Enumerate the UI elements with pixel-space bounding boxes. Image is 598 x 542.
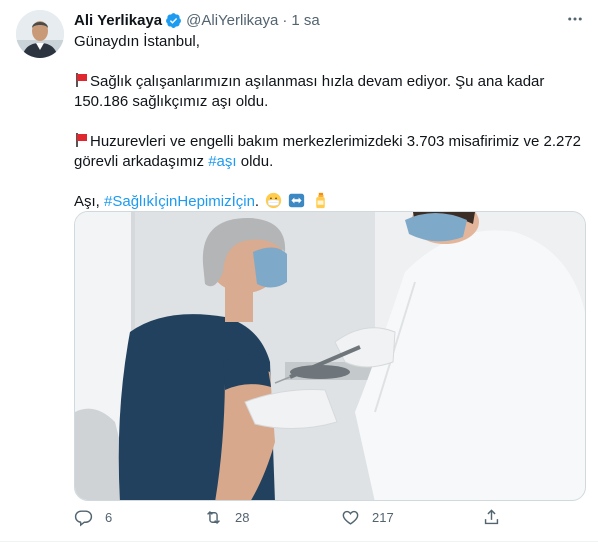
like-button[interactable]: 217 <box>341 508 394 527</box>
author-handle[interactable]: @AliYerlikaya <box>186 12 278 29</box>
paragraph-hashtag-text: Aşı, <box>74 193 105 210</box>
verified-badge-icon <box>166 12 182 28</box>
red-flag-icon <box>74 133 88 147</box>
more-options-icon[interactable] <box>564 10 586 28</box>
retweet-count: 28 <box>235 510 250 525</box>
share-icon <box>484 509 499 525</box>
paragraph-healthcare-text: Sağlık çalışanlarımızın aşılanması hızla… <box>74 73 545 110</box>
paragraph-nursing-homes-end: oldu. <box>236 153 274 170</box>
separator-dot: · <box>282 11 288 29</box>
tweet-text: Günaydın İstanbul, Sağlık çalışanlarımız… <box>74 32 586 212</box>
tweet-timestamp[interactable]: 1 sa <box>291 12 319 29</box>
reply-icon <box>74 510 93 527</box>
avatar[interactable] <box>16 10 64 58</box>
author-name[interactable]: Ali Yerlikaya <box>74 12 162 29</box>
retweet-icon <box>207 510 220 525</box>
paragraph-hashtag-end: . <box>254 193 260 210</box>
tweet-actions: 6 28 217 <box>74 508 514 534</box>
hashtag-asi-link[interactable]: #aşı <box>208 153 236 170</box>
paragraph-hashtag: Aşı, #SağlıkİçinHepimizİçin. <box>74 192 586 212</box>
tweet[interactable]: Ali Yerlikaya @AliYerlikaya · 1 sa Günay… <box>0 0 598 542</box>
paragraph-nursing-homes: Huzurevleri ve engelli bakım merkezlerim… <box>74 132 586 172</box>
reply-button[interactable]: 6 <box>74 508 112 527</box>
lotion-bottle-emoji-icon <box>315 192 325 209</box>
hashtag-saglik-link[interactable]: #SağlıkİçinHepimizİçin <box>104 193 255 210</box>
heart-icon <box>342 510 359 525</box>
retweet-button[interactable]: 28 <box>204 508 249 527</box>
reply-count: 6 <box>105 510 113 525</box>
paragraph-healthcare: Sağlık çalışanlarımızın aşılanması hızla… <box>74 72 586 112</box>
tweet-header: Ali Yerlikaya @AliYerlikaya · 1 sa <box>74 10 582 30</box>
left-right-arrow-emoji-icon <box>289 193 305 208</box>
greeting-line: Günaydın İstanbul, <box>74 33 200 50</box>
vaccination-photo-icon <box>75 212 585 500</box>
share-button[interactable] <box>482 508 501 527</box>
red-flag-icon <box>74 73 88 87</box>
tweet-photo[interactable] <box>74 211 586 501</box>
like-count: 217 <box>372 510 394 525</box>
paragraph-nursing-homes-text: Huzurevleri ve engelli bakım merkezlerim… <box>74 133 582 170</box>
medical-mask-emoji-icon <box>266 192 282 209</box>
